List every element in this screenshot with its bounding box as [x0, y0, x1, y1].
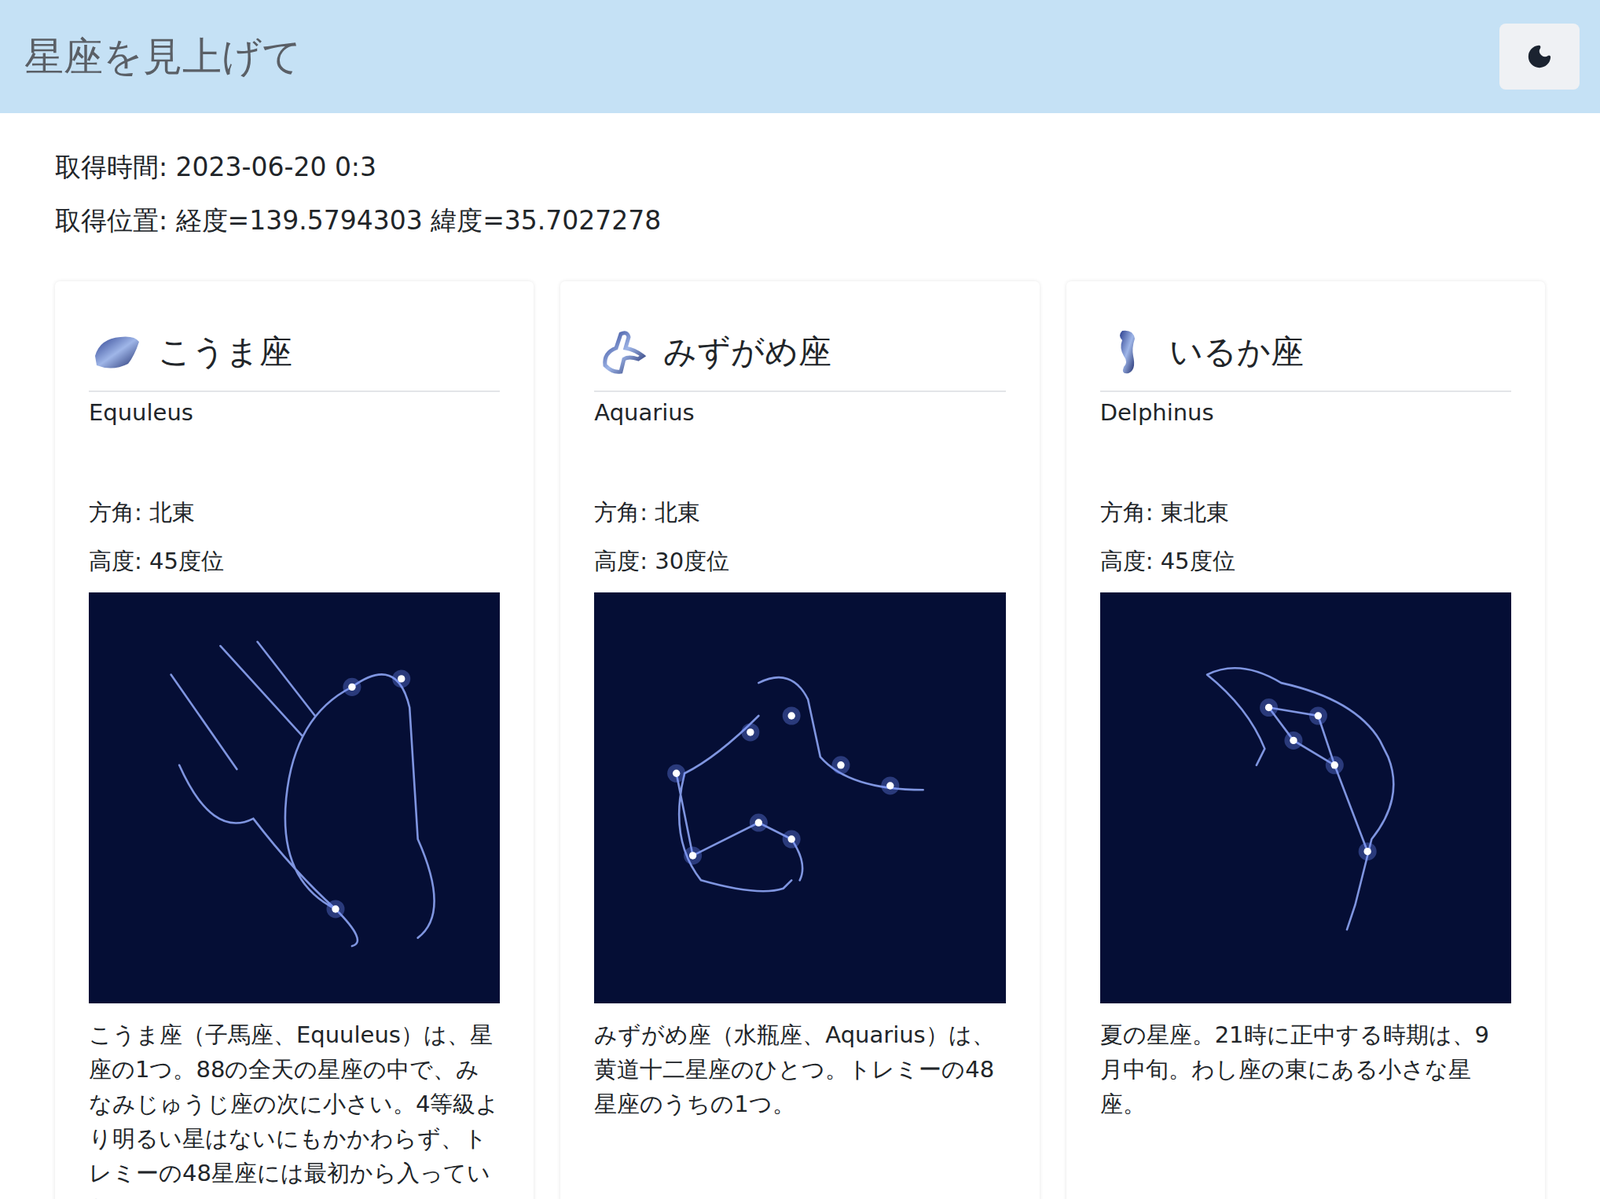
card-direction: 方角: 東北東: [1100, 495, 1512, 530]
constellation-card: みずがめ座 Aquarius 方角: 北東高度: 30度位みずがめ座（水瓶座、Aqu…: [560, 281, 1039, 1199]
constellation-badge-icon: [1100, 324, 1156, 380]
meta-line: 取得時間: 2023-06-20 0:3: [55, 147, 1545, 188]
card-title-row: みずがめ座: [594, 324, 1006, 393]
card-title-row: こうま座: [88, 324, 500, 393]
theme-toggle-button[interactable]: [1499, 23, 1580, 90]
card-title: こうま座: [157, 330, 293, 375]
card-description: 夏の星座。21時に正中する時期は、9月中旬。わし座の東にある小さな星座。: [1100, 1017, 1512, 1122]
constellation-card: いるか座 Delphinus 方角: 東北東高度: 45度位夏の星座。21時に正中す…: [1066, 281, 1545, 1199]
card-description: みずがめ座（水瓶座、Aquarius）は、黄道十二星座のひとつ。トレミーの48星…: [594, 1017, 1006, 1122]
constellation-badge-icon: [594, 324, 650, 380]
constellation-image: [1100, 592, 1512, 1004]
card-altitude: 高度: 30度位: [594, 543, 1006, 579]
card-grid: こうま座Equuleus方角: 北東高度: 45度位こうま座（子馬座、Equul…: [55, 281, 1545, 1199]
constellation-card: こうま座 Equuleus 方角: 北東高度: 45度位こうま座（子馬座、Equul…: [55, 281, 534, 1199]
constellation-image: [88, 592, 500, 1004]
main-content: 取得時間: 2023-06-20 0:3 取得位置: 経度=139.5794303…: [0, 113, 1600, 1199]
card-latin-name: Equuleus: [88, 396, 500, 429]
app-title: 星座を見上げて: [24, 30, 302, 84]
card-title: みずがめ座: [663, 330, 832, 375]
meta-line: 取得位置: 経度=139.5794303 緯度=35.7027278: [55, 201, 1545, 241]
card-altitude: 高度: 45度位: [1100, 543, 1512, 579]
card-altitude: 高度: 45度位: [88, 543, 500, 579]
card-description: こうま座（子馬座、Equuleus）は、星座の1つ。88の全天の星座の中で、みな…: [88, 1017, 500, 1199]
card-direction: 方角: 北東: [88, 495, 500, 530]
card-direction: 方角: 北東: [594, 495, 1006, 530]
constellation-badge-icon: [88, 324, 144, 380]
moon-icon: [1526, 43, 1553, 70]
card-latin-name: Aquarius: [594, 396, 1006, 429]
constellation-image: [594, 592, 1006, 1004]
card-title: いるか座: [1169, 330, 1304, 375]
card-latin-name: Delphinus: [1100, 396, 1512, 429]
card-title-row: いるか座: [1100, 324, 1512, 393]
app-header: 星座を見上げて: [0, 0, 1600, 114]
